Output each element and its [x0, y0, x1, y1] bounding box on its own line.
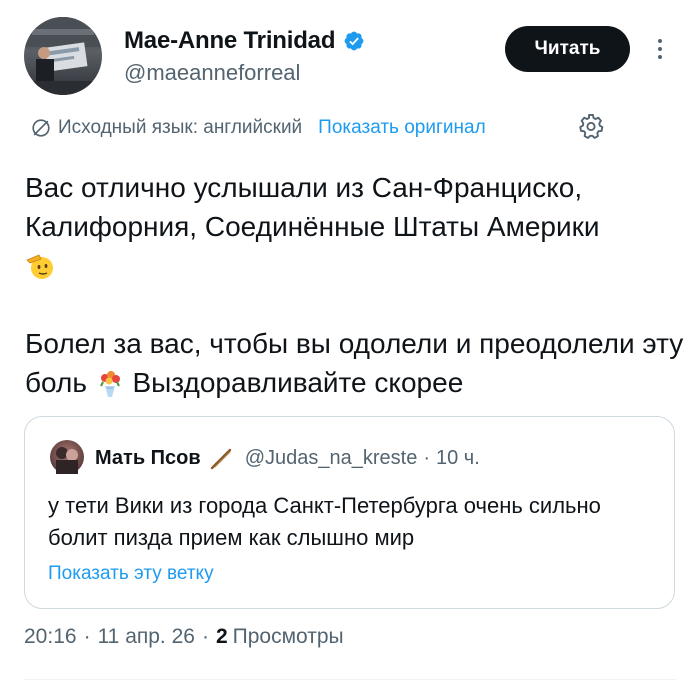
tweet-meta: 20:16 · 11 апр. 26 · 2 Просмотры — [24, 625, 344, 649]
quote-separator: · — [423, 447, 430, 469]
bouquet-emoji — [99, 371, 120, 397]
author-name[interactable]: Mae-Anne Trinidad — [124, 27, 365, 55]
saluting-face-emoji — [26, 254, 53, 279]
translate-icon — [32, 119, 50, 137]
tweet-paragraph: Болел за вас, чтобы вы одолели и преодол… — [25, 324, 685, 402]
tweet-paragraph: Вас отлично услышали из Сан-Франциско, К… — [25, 168, 685, 285]
show-thread-link[interactable]: Показать эту ветку — [48, 563, 214, 585]
show-original-link[interactable]: Показать оригинал — [318, 117, 485, 139]
source-language-label: Исходный язык: английский — [58, 117, 303, 138]
author-avatar[interactable] — [24, 17, 102, 95]
verified-badge-icon — [344, 31, 364, 51]
avatar-photo — [24, 17, 102, 95]
translation-bar: Исходный язык: английский Показать ориги… — [30, 113, 486, 143]
tweet-paragraph-1: Вас отлично услышали из Сан-Франциско, К… — [25, 172, 600, 242]
tweet-time[interactable]: 20:16 — [24, 625, 77, 649]
tweet-text: Вас отлично услышали из Сан-Франциско, К… — [25, 168, 685, 402]
meta-separator: · — [201, 625, 209, 648]
author-handle[interactable]: @maeanneforreal — [124, 60, 300, 86]
views-count: 2 — [215, 625, 228, 648]
gear-icon[interactable] — [577, 112, 605, 140]
meta-separator: · — [83, 625, 91, 648]
tweet-paragraph-2-part-2: Выздоравливайте скорее — [132, 367, 464, 398]
quote-avatar-photo — [56, 447, 78, 474]
more-vertical-icon[interactable] — [652, 36, 668, 66]
follow-button[interactable]: Читать — [505, 26, 630, 72]
quoted-tweet-card[interactable]: Мать Псов @Judas_na_kreste · 10 ч. у тет… — [24, 416, 675, 609]
divider — [24, 679, 676, 680]
quote-text: у тети Вики из города Санкт-Петербурга о… — [48, 493, 601, 550]
quote-author-name[interactable]: Мать Псов — [95, 447, 201, 470]
quote-time[interactable]: 10 ч. — [436, 447, 480, 470]
quote-header: Мать Псов @Judas_na_kreste · 10 ч. — [95, 447, 480, 470]
views-label: Просмотры — [232, 625, 344, 648]
author-name-text: Mae-Anne Trinidad — [124, 27, 336, 54]
tweet-date[interactable]: 11 апр. 26 — [98, 625, 195, 649]
stick-emoji — [210, 448, 231, 469]
quote-author-avatar[interactable] — [50, 440, 84, 474]
quote-author-handle[interactable]: @Judas_na_kreste — [245, 447, 418, 470]
